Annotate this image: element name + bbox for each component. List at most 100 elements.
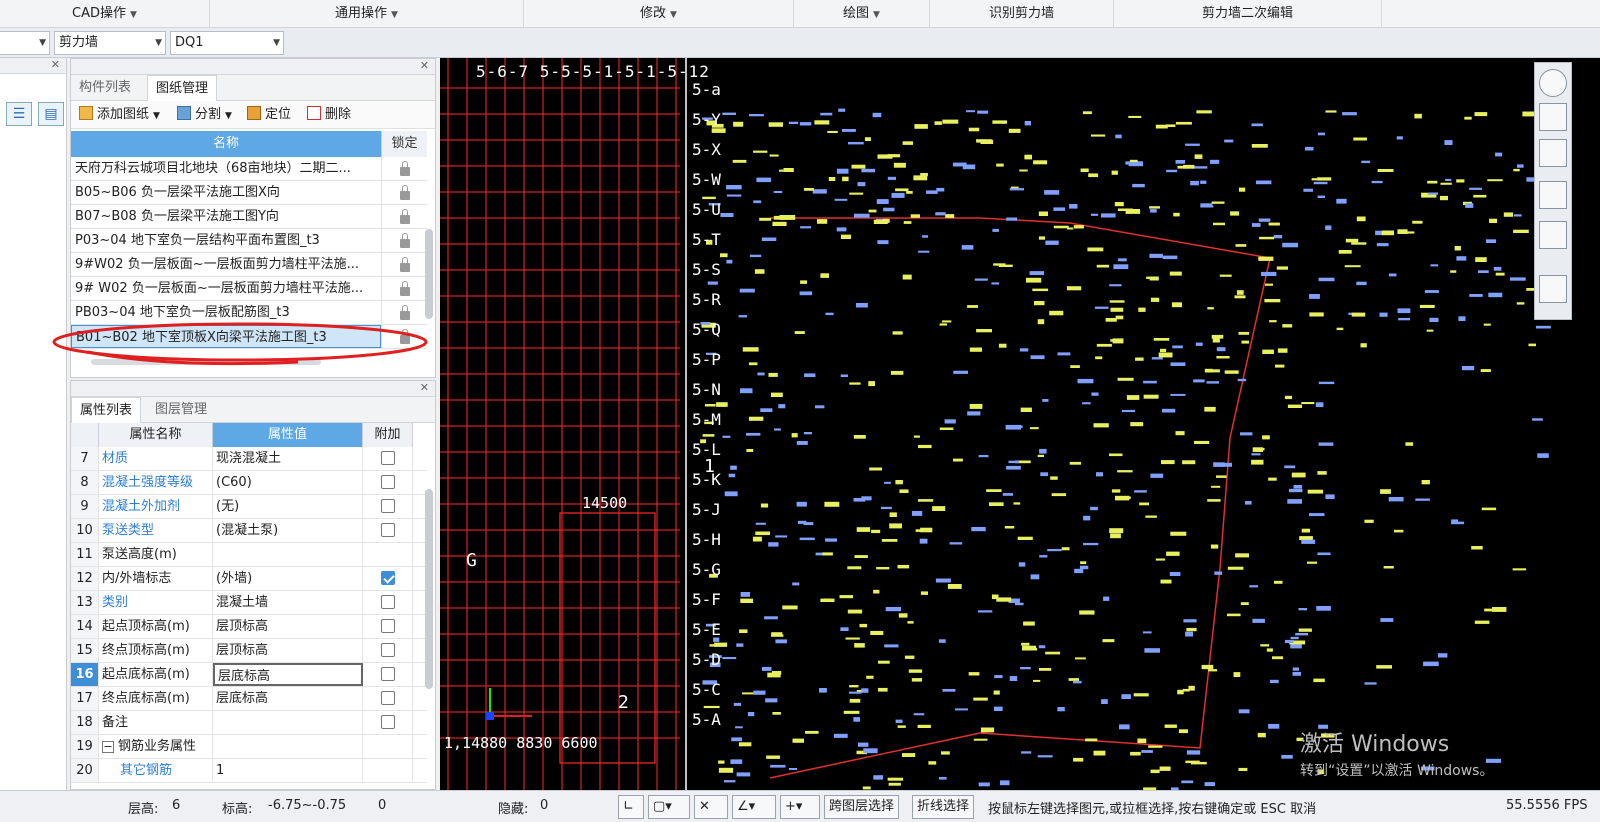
drawing-row[interactable]: 9# W02 负一层板面~一层板面剪力墙柱平法施... [71, 277, 427, 301]
locate-button[interactable]: 定位 [247, 105, 291, 125]
menu-shear-wall-edit[interactable]: 剪力墙二次编辑 [1114, 0, 1382, 28]
tab-drawing-management[interactable]: 图纸管理 [147, 75, 218, 101]
extra-checkbox[interactable] [380, 475, 395, 489]
property-row[interactable]: 19− 钢筋业务属性 [71, 735, 427, 759]
snap-button[interactable]: +▾ [780, 795, 820, 819]
property-value[interactable]: (C60) [213, 471, 363, 494]
cad-drawing-canvas[interactable]: 5-6-7 5-5-5-1-5-1-5-12 G 2 1 14500 1,148… [440, 58, 1600, 790]
property-table-scrollbar[interactable] [425, 489, 433, 689]
property-row[interactable]: 13 类别 混凝土墙 [71, 591, 427, 615]
tab-property-list[interactable]: 属性列表 [71, 397, 142, 423]
ortho-button[interactable]: ∟ [618, 795, 644, 819]
menu-draw[interactable]: 绘图 ▼ [794, 0, 930, 28]
annotation-mark [1344, 265, 1361, 268]
property-row[interactable]: 20 其它钢筋 1 [71, 759, 427, 783]
lock-cell[interactable] [381, 253, 427, 276]
drawing-row[interactable]: B05~B06 负一层梁平法施工图X向 [71, 181, 427, 205]
view-top-icon[interactable] [1539, 139, 1567, 167]
annotation-mark [1135, 357, 1144, 361]
extra-checkbox[interactable] [380, 715, 395, 729]
property-row[interactable]: 11 泵送高度(m) [71, 543, 427, 567]
property-row[interactable]: 15 终点顶标高(m) 层顶标高 [71, 639, 427, 663]
close-icon[interactable]: ✕ [420, 59, 429, 72]
menu-modify[interactable]: 修改 ▼ [524, 0, 794, 28]
collapse-icon[interactable]: − [102, 741, 114, 753]
delete-button[interactable]: 删除 [307, 105, 351, 125]
lock-cell[interactable] [381, 205, 427, 228]
property-row[interactable]: 7 材质 现浇混凝土 [71, 447, 427, 471]
extra-checkbox[interactable] [380, 619, 395, 633]
tab-component-list[interactable]: 构件列表 [71, 75, 139, 101]
close-icon[interactable]: ✕ [51, 58, 60, 71]
property-value[interactable] [213, 735, 363, 758]
view-box-icon[interactable] [1539, 181, 1567, 209]
polyline-select-button[interactable]: 折线选择 [912, 795, 975, 819]
select-mode-button[interactable]: ▢▾ [648, 795, 690, 819]
list-view-icon[interactable]: ☰ [6, 102, 32, 126]
property-value[interactable]: 层底标高 [213, 687, 363, 710]
orbit-icon[interactable] [1539, 69, 1567, 97]
drawing-row[interactable]: 天府万科云城项目北地块（68亩地块）二期二... [71, 157, 427, 181]
cross-select-button[interactable]: ✕ [694, 795, 728, 819]
tab-layer-management[interactable]: 图层管理 [147, 397, 215, 423]
property-value[interactable] [213, 543, 363, 566]
add-drawing-button[interactable]: 添加图纸 ▼ [79, 105, 160, 125]
property-value[interactable] [213, 711, 363, 734]
property-value[interactable]: 层顶标高 [213, 615, 363, 638]
property-value[interactable]: 混凝土墙 [213, 591, 363, 614]
property-value[interactable]: (混凝土泵) [213, 519, 363, 542]
angle-button[interactable]: ∠▾ [732, 795, 776, 819]
property-row[interactable]: 10 泵送类型 (混凝土泵) [71, 519, 427, 543]
annotation-mark [1444, 140, 1453, 145]
extra-checkbox[interactable] [380, 571, 395, 585]
lock-cell[interactable] [381, 277, 427, 300]
annotation-mark [1208, 669, 1218, 672]
property-value[interactable]: (外墙) [213, 567, 363, 590]
detail-view-icon[interactable]: ▤ [38, 102, 64, 126]
property-row[interactable]: 16 起点底标高(m) 层底标高 [71, 663, 427, 687]
property-row[interactable]: 9 混凝土外加剂 (无) [71, 495, 427, 519]
element-type-select[interactable]: 剪力墙 ▼ [54, 31, 166, 55]
annotation-mark [942, 119, 959, 124]
chevron-down-icon: ▼ [391, 10, 398, 20]
extra-checkbox[interactable] [380, 523, 395, 537]
extra-checkbox[interactable] [380, 643, 395, 657]
drawing-row[interactable]: 9#W02 负一层板面~一层板面剪力墙柱平法施... [71, 253, 427, 277]
lock-cell[interactable] [381, 229, 427, 252]
drawing-table-scrollbar[interactable] [425, 229, 433, 319]
extra-checkbox[interactable] [380, 691, 395, 705]
property-row[interactable]: 18 备注 [71, 711, 427, 735]
grid-view-icon[interactable] [1539, 275, 1567, 303]
property-value[interactable]: 层顶标高 [213, 639, 363, 662]
lock-cell[interactable] [381, 157, 427, 180]
property-row[interactable]: 8 混凝土强度等级 (C60) [71, 471, 427, 495]
extra-checkbox[interactable] [380, 451, 395, 465]
element-name-select[interactable]: DQ1 ▼ [170, 31, 284, 55]
extra-checkbox[interactable] [380, 595, 395, 609]
property-value[interactable]: (无) [213, 495, 363, 518]
drawing-row[interactable]: B07~B08 负一层梁平法施工图Y向 [71, 205, 427, 229]
extra-checkbox[interactable] [380, 499, 395, 513]
lock-cell[interactable] [381, 181, 427, 204]
close-icon[interactable]: ✕ [420, 381, 429, 394]
menu-cad-ops[interactable]: CAD操作 ▼ [0, 0, 210, 28]
menu-general-ops[interactable]: 通用操作 ▼ [210, 0, 524, 28]
annotation-mark [1125, 209, 1141, 214]
property-value[interactable]: 现浇混凝土 [213, 447, 363, 470]
drawing-row[interactable]: P03~04 地下室负一层结构平面布置图_t3 [71, 229, 427, 253]
property-row[interactable]: 12 内/外墙标志 (外墙) [71, 567, 427, 591]
menu-identify-shear-wall[interactable]: 识别剪力墙 [930, 0, 1114, 28]
view-3d-icon[interactable] [1539, 103, 1567, 131]
property-value[interactable]: 层底标高 [213, 663, 363, 686]
annotation-mark [1295, 633, 1309, 636]
split-button[interactable]: 分割 ▼ [177, 105, 232, 125]
property-row[interactable]: 14 起点顶标高(m) 层顶标高 [71, 615, 427, 639]
extra-checkbox[interactable] [380, 667, 395, 681]
property-row[interactable]: 17 终点底标高(m) 层底标高 [71, 687, 427, 711]
cross-layer-select-button[interactable]: 跨图层选择 [824, 795, 900, 819]
annotation-mark [1185, 760, 1200, 764]
annotation-mark [1182, 460, 1196, 465]
rotate-icon[interactable] [1539, 221, 1567, 249]
floor-select[interactable]: ▼ [0, 31, 50, 55]
property-value[interactable]: 1 [213, 759, 363, 782]
